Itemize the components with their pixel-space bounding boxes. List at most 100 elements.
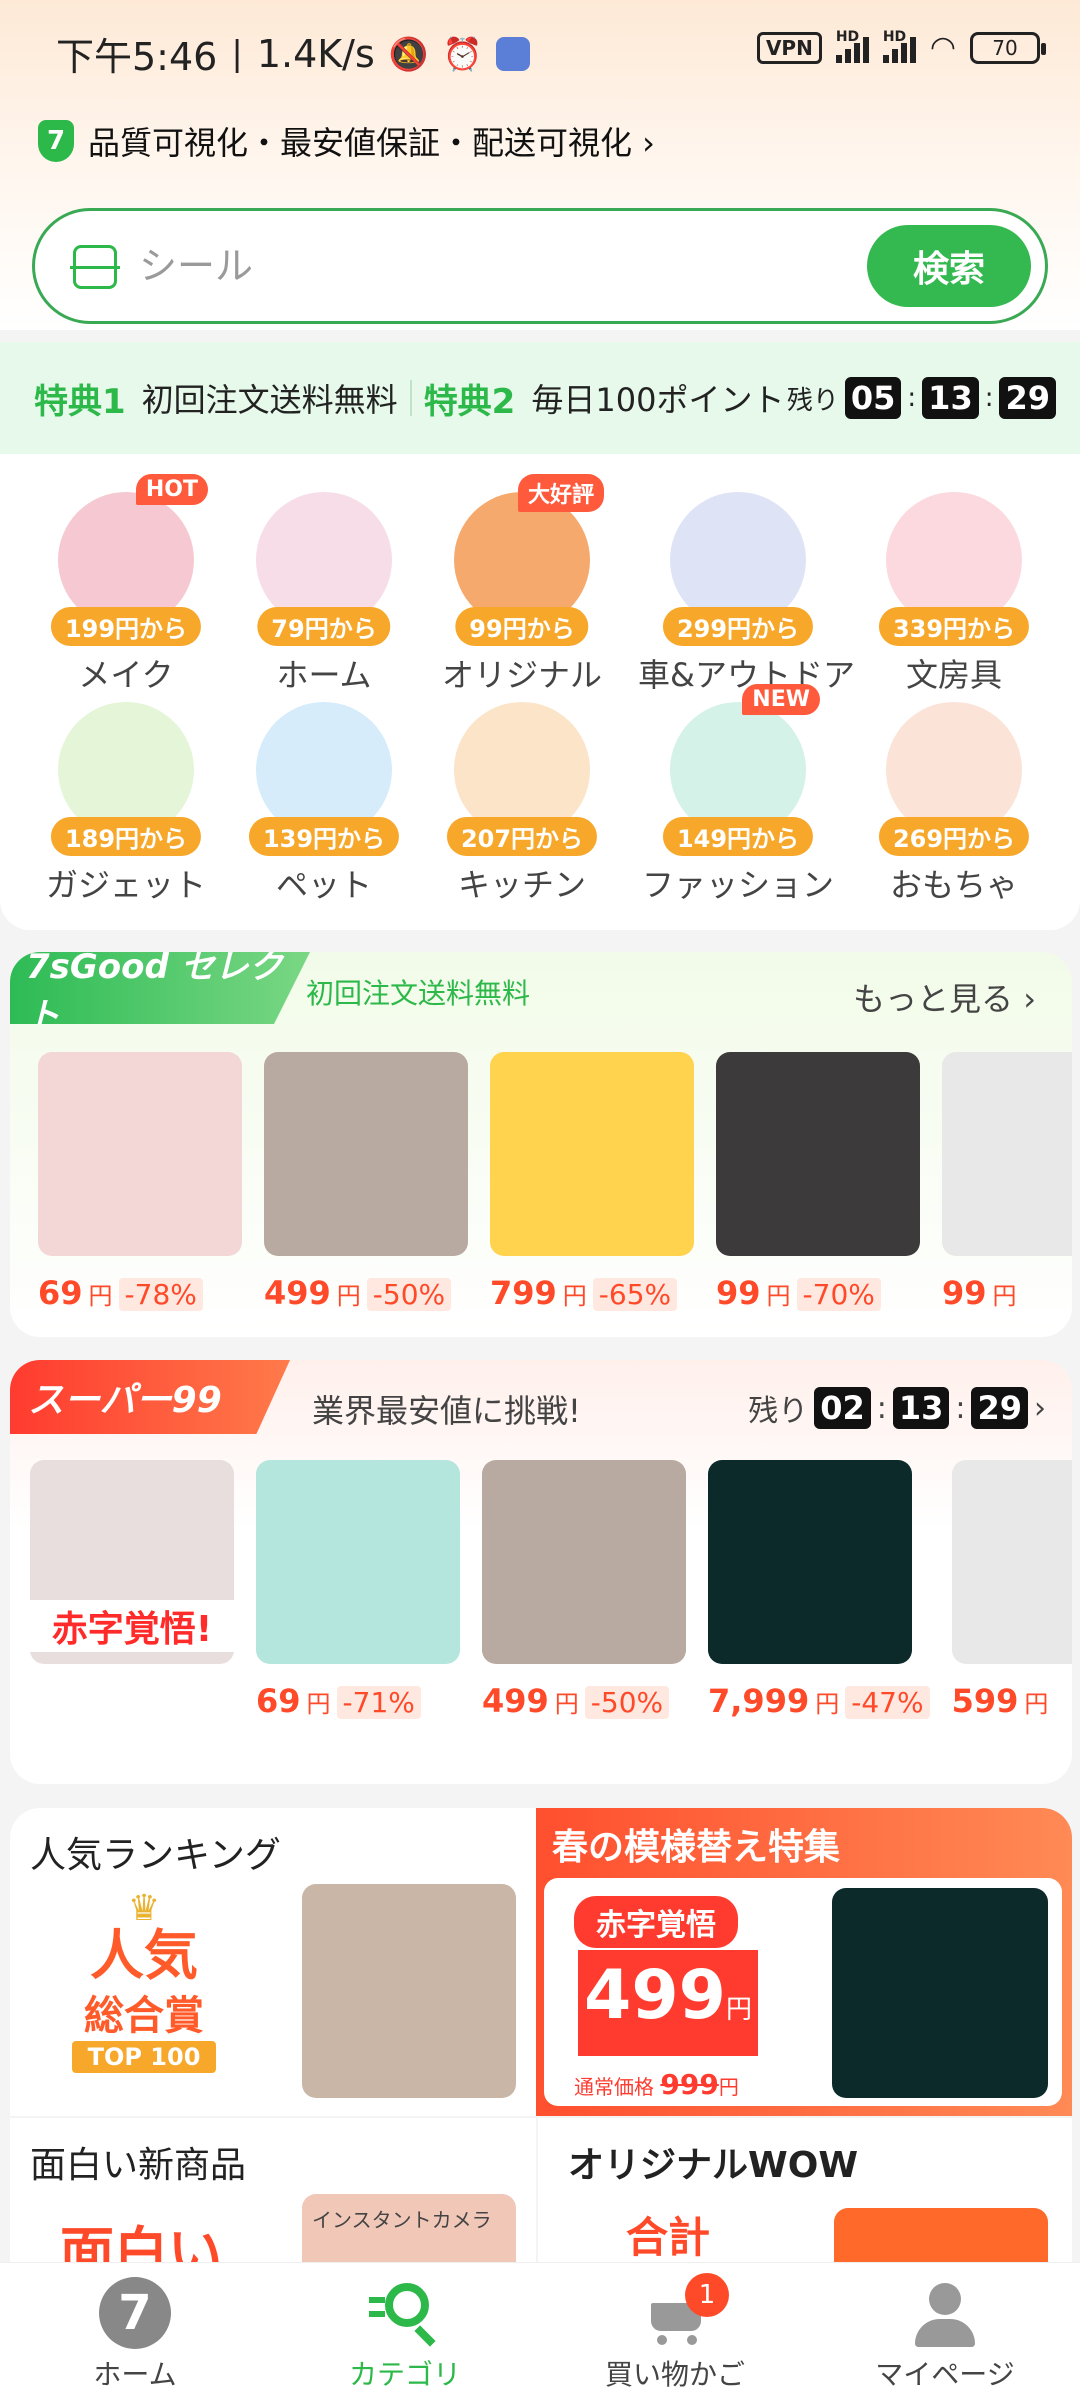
product-image (38, 1052, 242, 1256)
discount-badge: -78% (118, 1278, 203, 1311)
nav-item-0[interactable]: 7 ホーム (0, 2263, 270, 2400)
scan-icon[interactable] (70, 245, 120, 289)
category-label: オリジナル (441, 656, 602, 694)
battery-icon: 70 (970, 31, 1046, 64)
category-item[interactable]: 207円から キッチン (422, 702, 622, 906)
discount-badge: -65% (592, 1278, 678, 1311)
spring-price: 499 円 (578, 1950, 758, 2056)
product-card[interactable]: 7,999 円 -47% (708, 1460, 930, 1720)
product-card[interactable]: 99 円 -70% (716, 1052, 920, 1312)
perk1-text: 初回注文送料無料 (141, 381, 398, 419)
search-button[interactable]: 検索 (867, 225, 1031, 307)
spring-title: 春の模様替え特集 (552, 1827, 841, 1868)
product-price: 7,999 円 -47% (708, 1682, 930, 1720)
product-price: 599 円 (951, 1682, 1049, 1720)
category-image: HOT 199円から (50, 474, 208, 646)
category-badge: HOT (135, 474, 208, 505)
search-bar: 検索 (32, 208, 1048, 324)
category-item[interactable]: HOT 199円からメイク (26, 474, 226, 696)
category-item[interactable]: 大好評 99円からオリジナル (422, 474, 622, 696)
category-image: 189円から (50, 702, 202, 856)
discount-badge: -50% (584, 1686, 670, 1719)
category-search-icon (369, 2277, 441, 2349)
original-wow-tile[interactable]: オリジナルWOW 合計 (538, 2118, 1072, 2268)
category-price: 149円から (662, 817, 814, 856)
new-products-image: インスタントカメラ (302, 2194, 516, 2268)
category-item[interactable]: 79円から ホーム (224, 492, 424, 696)
category-price: 139円から (248, 817, 400, 856)
nav-item-1[interactable]: カテゴリ (270, 2263, 540, 2400)
product-card[interactable]: 69 円 -78% (38, 1052, 242, 1312)
timer-seconds: 29 (999, 377, 1056, 419)
perk2-text: 毎日100ポイント (531, 381, 785, 419)
product-overlay-text: 赤字覚悟! (30, 1600, 234, 1652)
product-card[interactable]: 499 円 -50% (264, 1052, 468, 1312)
category-price: 299円から (662, 607, 814, 646)
category-badge: NEW (742, 684, 820, 715)
nav-label: マイページ (875, 2358, 1015, 2391)
super99-subtitle: 業界最安値に挑戦! (312, 1392, 581, 1430)
category-label: ガジェット (45, 866, 206, 904)
new-products-tile[interactable]: 面白い新商品 面白い インスタントカメラ (10, 2118, 536, 2284)
category-price: 99円から (455, 607, 589, 646)
category-image: 79円から (256, 492, 392, 646)
product-image: 赤字覚悟! (30, 1460, 234, 1664)
product-card[interactable]: 赤字覚悟! (30, 1460, 234, 1720)
category-item[interactable]: 189円からガジェット (26, 702, 226, 906)
nav-label: 買い物かご (604, 2358, 745, 2391)
nav-item-3[interactable]: マイページ (810, 2263, 1080, 2400)
perk2-tag: 特典2 (423, 381, 516, 422)
spring-tile[interactable]: 春の模様替え特集 赤字覚悟 499 円 通常価格 999円 (536, 1808, 1072, 2116)
original-wow-title: オリジナルWOW (568, 2145, 859, 2186)
assurance-link[interactable]: 7 品質可視化・最安値保証・配送可視化 › (38, 118, 655, 164)
select-title: 7sGood セレクト (10, 952, 310, 1024)
status-time: 下午5:46 (56, 35, 218, 79)
promo-banner[interactable]: 特典1 初回注文送料無料 特典2 毎日100ポイント 残り 05: 13: 29 (0, 342, 1080, 454)
category-item[interactable]: NEW 149円から ファッション (638, 684, 838, 906)
product-card[interactable]: 69 円 -71% (256, 1460, 460, 1720)
product-card[interactable]: 99 円 (942, 1052, 1072, 1312)
category-label: メイク (78, 656, 174, 694)
super99-section: スーパー99 業界最安値に挑戦! 残り 02: 13: 29 › 赤字覚悟! 69… (10, 1360, 1072, 1784)
see-more-link[interactable]: もっと見る › (853, 974, 1036, 1020)
wifi-icon: ◠ (929, 30, 956, 65)
product-card[interactable]: 799 円 -65% (490, 1052, 694, 1312)
badge-line2: 総合賞 (84, 1993, 204, 2039)
alarm-icon: ⏰ (442, 34, 483, 73)
wow-image (834, 2208, 1048, 2268)
category-image: 139円から (248, 702, 400, 856)
category-item[interactable]: 339円から 文房具 (854, 492, 1054, 696)
category-label: おもちゃ (889, 866, 1018, 904)
category-price: 269円から (878, 817, 1030, 856)
network-speed: 1.4K/s (256, 31, 375, 76)
nav-label: ホーム (93, 2358, 177, 2391)
select-subtitle: 初回注文送料無料 (306, 977, 531, 1010)
nav-item-2[interactable]: 1 買い物かご (540, 2263, 810, 2400)
chevron-right-icon: › (1034, 1390, 1046, 1426)
product-price: 69 円 -71% (256, 1682, 460, 1720)
regular-price: 通常価格 999円 (574, 2068, 739, 2101)
category-price: 339円から (878, 607, 1030, 646)
spring-tag: 赤字覚悟 (574, 1896, 738, 1948)
discount-badge: -47% (845, 1686, 930, 1719)
product-price: 99 円 (942, 1274, 1017, 1312)
category-image: 299円から (662, 492, 814, 646)
category-image: 339円から (878, 492, 1030, 646)
bottom-navigation: 7 ホーム カテゴリ 1 買い物かご マイページ (0, 2262, 1080, 2400)
product-card[interactable]: 499 円 -50% (482, 1460, 686, 1720)
category-image: 大好評 99円から (454, 474, 604, 646)
category-item[interactable]: 299円から 車&アウトドア (638, 492, 855, 696)
search-input[interactable] (139, 237, 779, 295)
promo-countdown: 残り 05: 13: 29 (787, 377, 1056, 419)
category-item[interactable]: 139円から ペット (224, 702, 424, 906)
ranking-tile[interactable]: 人気ランキング ♛ 人気 総合賞 TOP 100 (10, 1808, 536, 2116)
product-price: 69 円 -78% (38, 1274, 242, 1312)
ranking-title: 人気ランキング (30, 1835, 281, 1876)
product-image (256, 1460, 460, 1664)
category-grid: HOT 199円から メイク 79円から ホーム 大好評 99円から オリジナル 299円から車… (0, 454, 1080, 930)
shield-logo-icon: 7 (38, 120, 74, 162)
product-card[interactable]: 599 円 (951, 1460, 1072, 1720)
status-bar: 下午5:46 | 1.4K/s 🔕 ⏰ VPN HD HD ◠ 70 (0, 0, 1080, 100)
category-item[interactable]: 269円から おもちゃ (854, 702, 1054, 906)
super99-countdown[interactable]: 残り 02: 13: 29 › (748, 1386, 1046, 1430)
